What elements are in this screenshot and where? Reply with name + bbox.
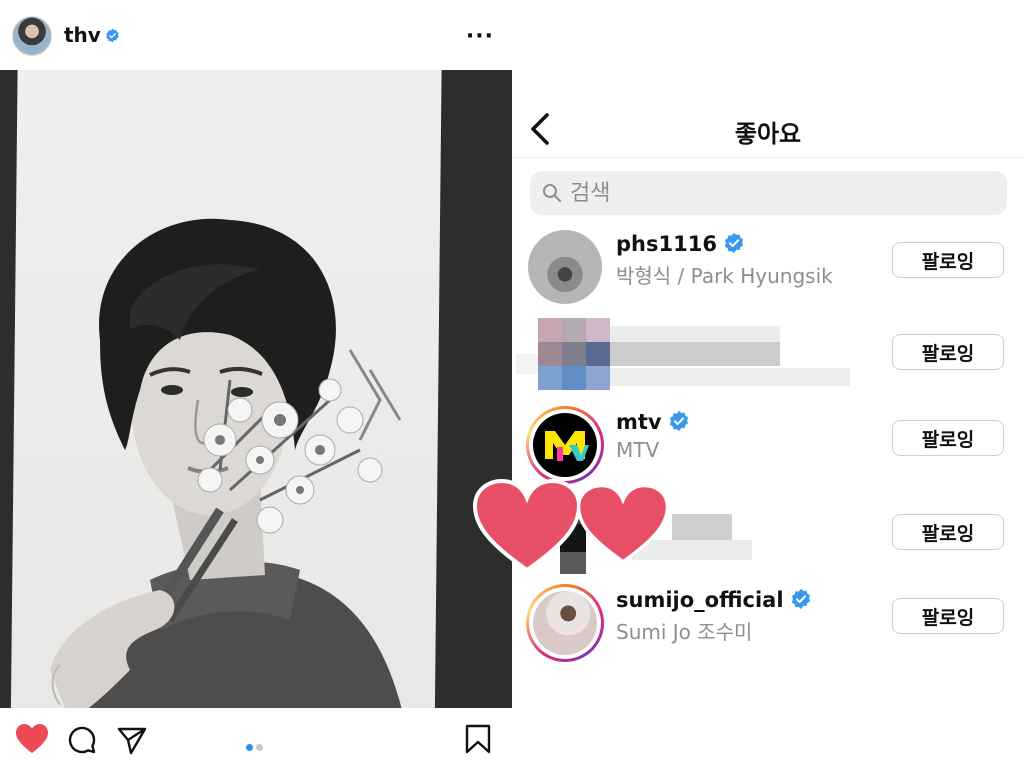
list-item[interactable]: phs1116 박형식 / Park Hyungsik 팔로잉 bbox=[512, 224, 1024, 304]
username-text[interactable]: sumijo_official bbox=[616, 588, 784, 612]
following-button[interactable]: 팔로잉 bbox=[892, 598, 1004, 634]
story-ring[interactable] bbox=[526, 406, 604, 484]
verified-badge-icon bbox=[669, 410, 688, 432]
post-panel: thv ··· bbox=[0, 0, 512, 768]
row-username[interactable]: phs1116 bbox=[616, 232, 745, 256]
portrait-illustration bbox=[50, 218, 402, 708]
heart-sticker-icon bbox=[472, 478, 582, 573]
row-username[interactable]: mtv bbox=[616, 410, 690, 434]
post-header: thv ··· bbox=[0, 10, 512, 62]
pixelated-censor bbox=[516, 318, 856, 404]
avatar[interactable] bbox=[12, 16, 52, 56]
verified-badge-icon bbox=[106, 28, 119, 43]
username-text[interactable]: mtv bbox=[616, 410, 662, 434]
following-button[interactable]: 팔로잉 bbox=[892, 334, 1004, 370]
list-item-censored[interactable]: 팔로잉 bbox=[472, 478, 1024, 574]
row-fullname: Sumi Jo 조수미 bbox=[616, 620, 753, 644]
heart-sticker-icon bbox=[576, 483, 670, 564]
more-icon[interactable]: ··· bbox=[466, 24, 494, 49]
carousel-dots bbox=[246, 736, 266, 755]
row-fullname: 박형식 / Park Hyungsik bbox=[616, 264, 833, 288]
carousel-dot-active bbox=[246, 744, 253, 751]
likes-panel: 좋아요 phs1116 박형식 / Park Hyungsik 팔로잉 bbox=[472, 0, 1024, 768]
likes-header: 좋아요 bbox=[512, 100, 1024, 158]
list-item[interactable]: sumijo_official Sumi Jo 조수미 팔로잉 bbox=[512, 580, 1024, 662]
avatar bbox=[533, 413, 597, 477]
search-bar[interactable] bbox=[530, 171, 1007, 215]
mtv-logo bbox=[545, 431, 589, 461]
list-item[interactable]: mtv MTV 팔로잉 bbox=[512, 402, 1024, 484]
verified-badge-icon bbox=[791, 588, 810, 610]
comment-icon[interactable] bbox=[66, 724, 98, 756]
search-icon bbox=[543, 184, 561, 202]
row-username[interactable]: sumijo_official bbox=[616, 588, 812, 612]
bookmark-icon[interactable] bbox=[464, 724, 492, 754]
following-button[interactable]: 팔로잉 bbox=[892, 242, 1004, 278]
username-text[interactable]: phs1116 bbox=[616, 232, 717, 256]
heart-icon[interactable] bbox=[16, 724, 48, 754]
post-actions bbox=[0, 712, 512, 768]
search-input[interactable] bbox=[570, 177, 990, 209]
post-username[interactable]: thv bbox=[64, 23, 101, 47]
list-item-censored[interactable]: 팔로잉 bbox=[512, 312, 1024, 392]
following-button[interactable]: 팔로잉 bbox=[892, 420, 1004, 456]
avatar bbox=[533, 591, 597, 655]
verified-badge-icon bbox=[724, 232, 744, 254]
following-button[interactable]: 팔로잉 bbox=[892, 514, 1004, 550]
page-title: 좋아요 bbox=[734, 120, 802, 148]
story-ring[interactable] bbox=[526, 584, 604, 662]
avatar[interactable] bbox=[528, 230, 602, 304]
post-photo[interactable] bbox=[0, 70, 512, 708]
share-icon[interactable] bbox=[116, 724, 148, 756]
carousel-dot bbox=[256, 744, 263, 751]
row-fullname: MTV bbox=[616, 438, 660, 462]
